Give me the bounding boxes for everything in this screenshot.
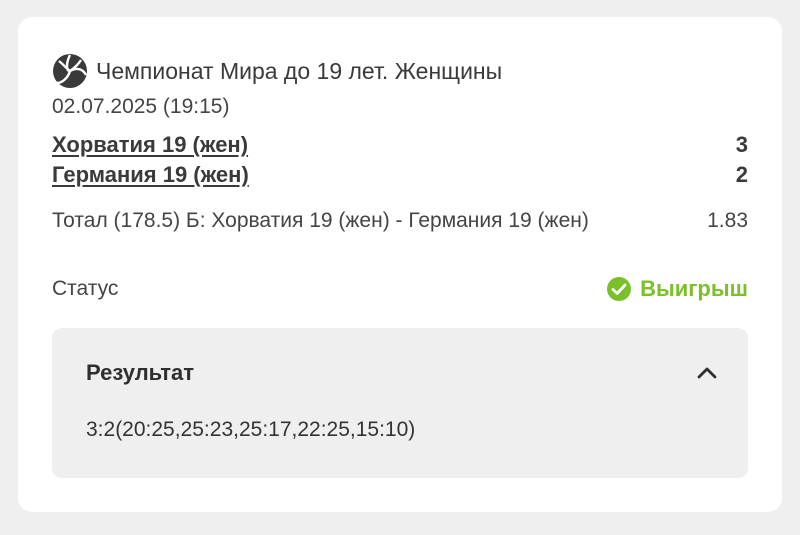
team-row-home: Хорватия 19 (жен) 3: [52, 132, 748, 158]
bet-odds: 1.83: [707, 208, 748, 232]
result-header[interactable]: Результат: [86, 356, 720, 390]
result-panel: Результат 3:2(20:25,25:23,25:17,22:25,15…: [52, 328, 748, 478]
bet-card: Чемпионат Мира до 19 лет. Женщины 02.07.…: [18, 17, 782, 512]
event-datetime: 02.07.2025 (19:15): [52, 95, 230, 118]
check-circle-icon: [607, 277, 632, 301]
status-label: Статус: [52, 277, 119, 300]
bet-description: Тотал (178.5) Б: Хорватия 19 (жен) - Гер…: [52, 209, 589, 232]
team-away-score: 2: [735, 162, 748, 187]
team-home-score: 3: [735, 132, 748, 157]
volleyball-icon: [53, 54, 88, 88]
status-value: Выигрыш: [640, 276, 748, 301]
result-score-detail: 3:2(20:25,25:23,25:17,22:25,15:10): [86, 418, 416, 441]
team-away-link[interactable]: Германия 19 (жен): [52, 162, 249, 188]
bet-row: Тотал (178.5) Б: Хорватия 19 (жен) - Гер…: [52, 207, 748, 234]
team-row-away: Германия 19 (жен) 2: [52, 162, 748, 188]
event-header: Чемпионат Мира до 19 лет. Женщины: [52, 53, 502, 89]
chevron-up-icon[interactable]: [694, 360, 720, 386]
result-title: Результат: [86, 360, 195, 385]
status-row: Статус Выигрыш: [52, 274, 748, 304]
status-badge: Выигрыш: [606, 276, 748, 302]
tournament-title: Чемпионат Мира до 19 лет. Женщины: [96, 57, 503, 84]
team-home-link[interactable]: Хорватия 19 (жен): [52, 132, 248, 158]
